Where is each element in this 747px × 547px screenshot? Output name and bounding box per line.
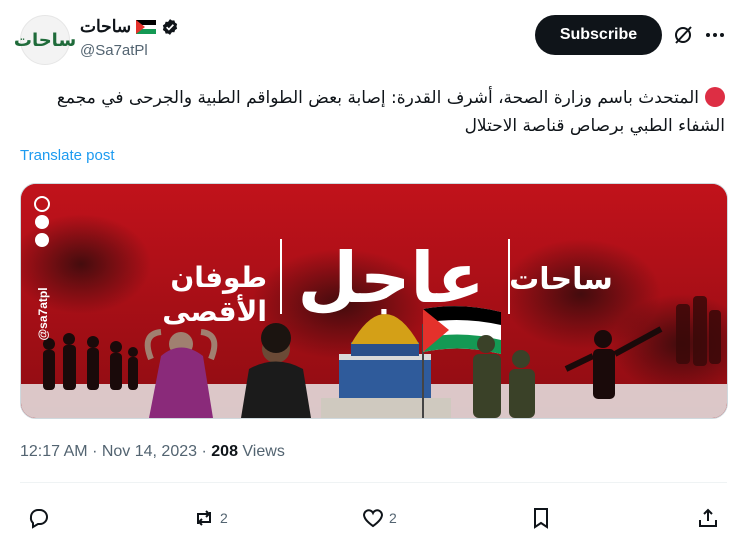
headline-text: عاجل [297, 237, 484, 319]
divider [20, 482, 727, 483]
side-handle-text: @sa7atpl [36, 287, 50, 340]
post-media-image[interactable]: @sa7atpl طوفان الأقصى عاجل ساحات [20, 183, 728, 419]
display-name[interactable]: ساحات [80, 17, 131, 37]
bookmark-icon [534, 508, 548, 529]
more-options-button[interactable] [702, 23, 728, 47]
heart-icon [363, 509, 383, 528]
post-meta: 12:17 AM · Nov 14, 2023 · 208 Views [20, 443, 285, 461]
translate-post-link[interactable]: Translate post [20, 147, 115, 164]
share-icon [699, 508, 717, 527]
grok-icon[interactable] [671, 23, 695, 47]
title-line2: الأقصى [162, 294, 267, 328]
views-count: 208 [211, 443, 238, 460]
bookmark-button[interactable] [529, 504, 557, 532]
meta-separator-2: · [201, 443, 207, 460]
post-text-container: المتحدث باسم وزارة الصحة، أشرف القدرة: إ… [15, 84, 725, 140]
post-time[interactable]: 12:17 AM [20, 443, 88, 460]
title-line1: طوفان [170, 261, 267, 294]
author-handle[interactable]: @Sa7atPl [80, 42, 148, 59]
views-label: Views [242, 443, 285, 460]
avatar-logo: ساحات [13, 29, 77, 51]
share-button[interactable] [696, 504, 724, 532]
palestine-flag-icon [136, 20, 157, 34]
meta-separator: · [92, 443, 98, 460]
like-button[interactable]: 2 [361, 504, 397, 532]
news-banner-graphic: @sa7atpl طوفان الأقصى عاجل ساحات [21, 184, 727, 418]
verified-badge-icon[interactable] [161, 18, 179, 36]
brand-mark-text: ساحات [509, 262, 613, 297]
more-dots-icon [706, 33, 710, 37]
post-date[interactable]: Nov 14, 2023 [102, 443, 197, 460]
repost-count: 2 [220, 510, 228, 526]
reply-icon [29, 509, 48, 529]
author-name-row[interactable]: ساحات [80, 15, 179, 39]
red-circle-emoji [705, 87, 725, 107]
repost-button[interactable]: 2 [192, 504, 228, 532]
post-text: المتحدث باسم وزارة الصحة، أشرف القدرة: إ… [56, 88, 725, 136]
subscribe-button[interactable]: Subscribe [535, 15, 662, 55]
avatar[interactable]: ساحات [14, 15, 76, 65]
repost-icon [197, 510, 211, 526]
reply-button[interactable] [27, 504, 55, 532]
like-count: 2 [389, 510, 397, 526]
